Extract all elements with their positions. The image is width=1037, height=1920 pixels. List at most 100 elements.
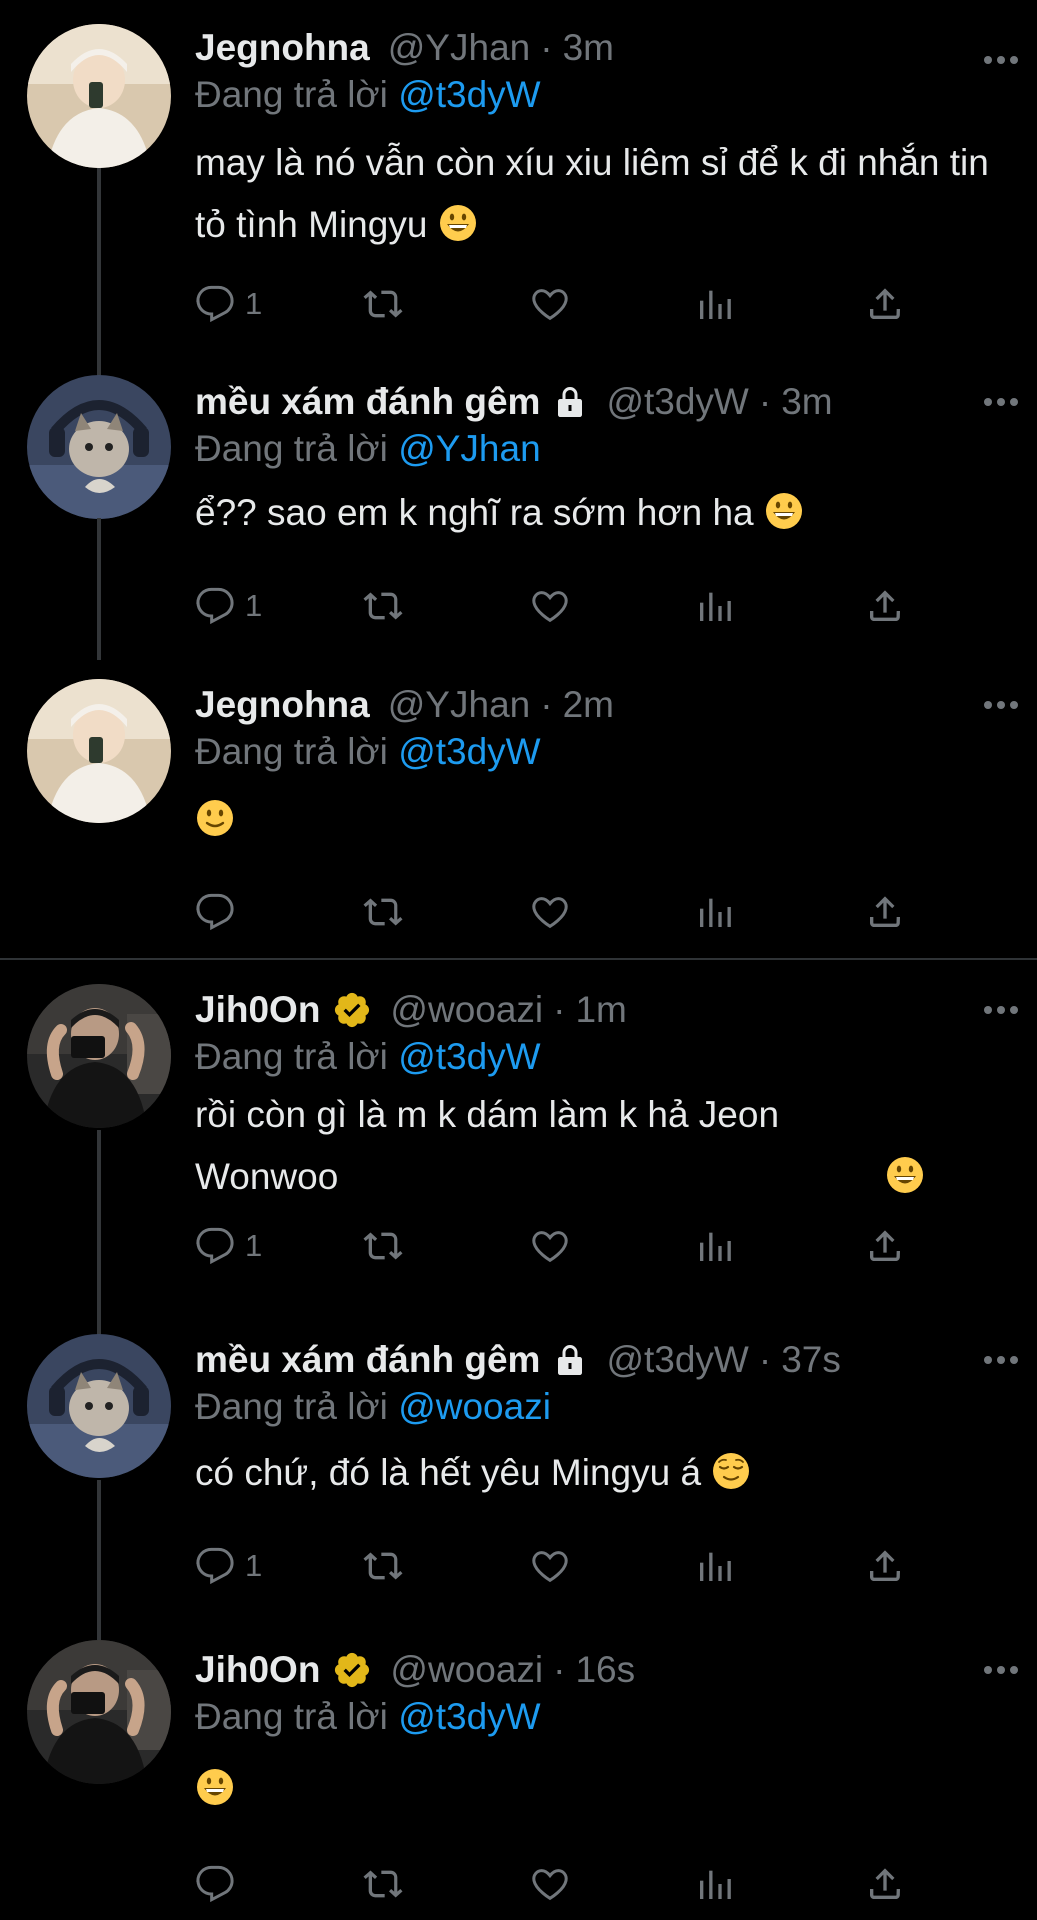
handle[interactable]: @wooazi	[390, 989, 543, 1031]
separator-dot: ·	[758, 1339, 772, 1380]
like-button[interactable]	[530, 1854, 570, 1914]
views-button[interactable]	[695, 1854, 735, 1914]
more-options-button[interactable]	[975, 38, 1027, 82]
reply-button[interactable]: 1	[195, 1536, 262, 1596]
display-name[interactable]: Jegnohna	[195, 684, 370, 726]
heart-icon	[532, 289, 568, 321]
more-icon	[984, 56, 1018, 64]
views-button[interactable]	[695, 576, 735, 636]
more-options-button[interactable]	[975, 1338, 1027, 1382]
display-name[interactable]: mều xám đánh gêm	[195, 381, 540, 423]
share-button[interactable]	[865, 1536, 905, 1596]
share-button[interactable]	[865, 576, 905, 636]
display-name[interactable]: Jih0On	[195, 1649, 320, 1691]
share-button[interactable]	[865, 1216, 905, 1276]
separator-dot: ·	[540, 27, 553, 68]
thread-divider	[0, 958, 1037, 960]
retweet-button[interactable]	[363, 1216, 403, 1276]
avatar-jegnohna[interactable]	[27, 24, 171, 168]
retweet-icon	[363, 1870, 403, 1898]
reply-to-handle[interactable]: @wooazi	[398, 1386, 551, 1427]
grinning-emoji-icon	[887, 1157, 924, 1193]
reply-to-handle[interactable]: @t3dyW	[398, 1696, 540, 1737]
like-button[interactable]	[530, 576, 570, 636]
retweet-button[interactable]	[363, 274, 403, 334]
retweet-button[interactable]	[363, 576, 403, 636]
share-button[interactable]	[865, 274, 905, 334]
tweet-text: rồi còn gì là m k dám làm k hả Jeon Wonw…	[195, 1084, 1007, 1208]
timestamp[interactable]: 1m	[575, 989, 626, 1031]
grinning-emoji-icon	[765, 493, 802, 529]
reply-prefix: Đang trả lời	[195, 428, 399, 469]
views-button[interactable]	[695, 274, 735, 334]
reply-button[interactable]	[195, 882, 245, 942]
like-button[interactable]	[530, 1216, 570, 1276]
reply-icon	[196, 1547, 234, 1585]
heart-icon	[532, 897, 568, 929]
avatar-meu-xam[interactable]	[27, 375, 171, 519]
timestamp[interactable]: 2m	[563, 684, 614, 726]
reply-icon	[196, 587, 234, 625]
views-icon	[700, 1232, 731, 1261]
share-icon	[870, 1868, 900, 1899]
retweet-button[interactable]	[363, 1536, 403, 1596]
timestamp[interactable]: 3m	[781, 381, 832, 423]
reply-prefix: Đang trả lời	[195, 1386, 399, 1427]
display-name[interactable]: mều xám đánh gêm	[195, 1339, 540, 1381]
retweet-button[interactable]	[363, 1854, 403, 1914]
reply-button[interactable]	[195, 1854, 245, 1914]
reply-to-handle[interactable]: @YJhan	[398, 428, 540, 469]
more-options-button[interactable]	[975, 988, 1027, 1032]
separator-dot: ·	[553, 989, 566, 1030]
handle[interactable]: @t3dyW	[606, 1339, 748, 1381]
tweet-text	[195, 789, 1007, 851]
reply-button[interactable]: 1	[195, 576, 262, 636]
handle[interactable]: @YJhan	[388, 27, 530, 69]
more-options-button[interactable]	[975, 380, 1027, 424]
like-button[interactable]	[530, 274, 570, 334]
more-icon	[984, 701, 1018, 709]
more-options-button[interactable]	[975, 683, 1027, 727]
retweet-icon	[363, 1232, 403, 1260]
heart-icon	[532, 1869, 568, 1901]
reply-button[interactable]: 1	[195, 1216, 262, 1276]
retweet-button[interactable]	[363, 882, 403, 942]
reply-prefix: Đang trả lời	[195, 731, 399, 772]
views-button[interactable]	[695, 1216, 735, 1276]
handle[interactable]: @wooazi	[390, 1649, 543, 1691]
retweet-icon	[363, 592, 403, 620]
share-button[interactable]	[865, 882, 905, 942]
reply-to-handle[interactable]: @t3dyW	[398, 74, 540, 115]
handle[interactable]: @t3dyW	[606, 381, 748, 423]
relieved-emoji-icon	[713, 1453, 750, 1489]
reply-button[interactable]: 1	[195, 274, 262, 334]
avatar-jegnohna[interactable]	[27, 679, 171, 823]
share-button[interactable]	[865, 1854, 905, 1914]
views-button[interactable]	[695, 882, 735, 942]
display-name[interactable]: Jih0On	[195, 989, 320, 1031]
avatar-meu-xam[interactable]	[27, 1334, 171, 1478]
like-button[interactable]	[530, 882, 570, 942]
reply-to-handle[interactable]: @t3dyW	[398, 731, 540, 772]
avatar-image	[27, 984, 171, 1128]
like-button[interactable]	[530, 1536, 570, 1596]
reply-count: 1	[245, 286, 263, 321]
timestamp[interactable]: 16s	[575, 1649, 635, 1691]
display-name[interactable]: Jegnohna	[195, 27, 370, 69]
tweet-text-content: có chứ, đó là hết yêu Mingyu á	[195, 1452, 702, 1493]
reply-to-handle[interactable]: @t3dyW	[398, 1036, 540, 1077]
timestamp[interactable]: 37s	[781, 1339, 841, 1381]
views-icon	[700, 592, 731, 621]
avatar-jih0on[interactable]	[27, 984, 171, 1128]
retweet-icon	[363, 1552, 403, 1580]
avatar-jih0on[interactable]	[27, 1640, 171, 1784]
timestamp[interactable]: 3m	[563, 27, 614, 69]
tweet-text: có chứ, đó là hết yêu Mingyu á	[195, 1442, 1007, 1504]
handle[interactable]: @YJhan	[388, 684, 530, 726]
more-options-button[interactable]	[975, 1648, 1027, 1692]
tweet-text: ể?? sao em k nghĩ ra sớm hơn ha	[195, 482, 1007, 544]
separator-dot: ·	[758, 381, 772, 422]
views-button[interactable]	[695, 1536, 735, 1596]
reply-count: 1	[245, 588, 263, 623]
retweet-icon	[363, 898, 403, 926]
